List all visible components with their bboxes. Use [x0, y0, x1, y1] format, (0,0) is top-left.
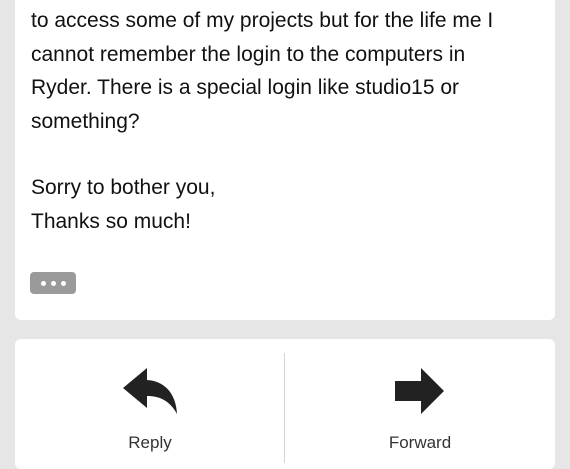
ellipsis-icon	[50, 280, 56, 286]
forward-label: Forward	[388, 433, 452, 452]
message-card: to access some of my projects but for th…	[15, 0, 555, 320]
message-line: Ryder. There is a special login like stu…	[31, 76, 460, 99]
message-line: something?	[31, 109, 140, 133]
message-line: cannot remember the login to the compute…	[31, 42, 466, 66]
closing-line: Sorry to bother you,	[31, 176, 216, 199]
ellipsis-icon	[40, 280, 46, 286]
ellipsis-icon	[60, 280, 66, 286]
signoff-line: Thanks so much!	[31, 209, 191, 233]
reply-label: Reply	[128, 433, 172, 452]
message-body: to access some of my projects but for th…	[31, 4, 539, 238]
show-trimmed-content-button[interactable]	[30, 272, 76, 294]
forward-arrow-icon	[395, 368, 444, 414]
reply-arrow-icon	[123, 368, 177, 414]
message-line: to access some of my projects but for th…	[31, 9, 494, 32]
